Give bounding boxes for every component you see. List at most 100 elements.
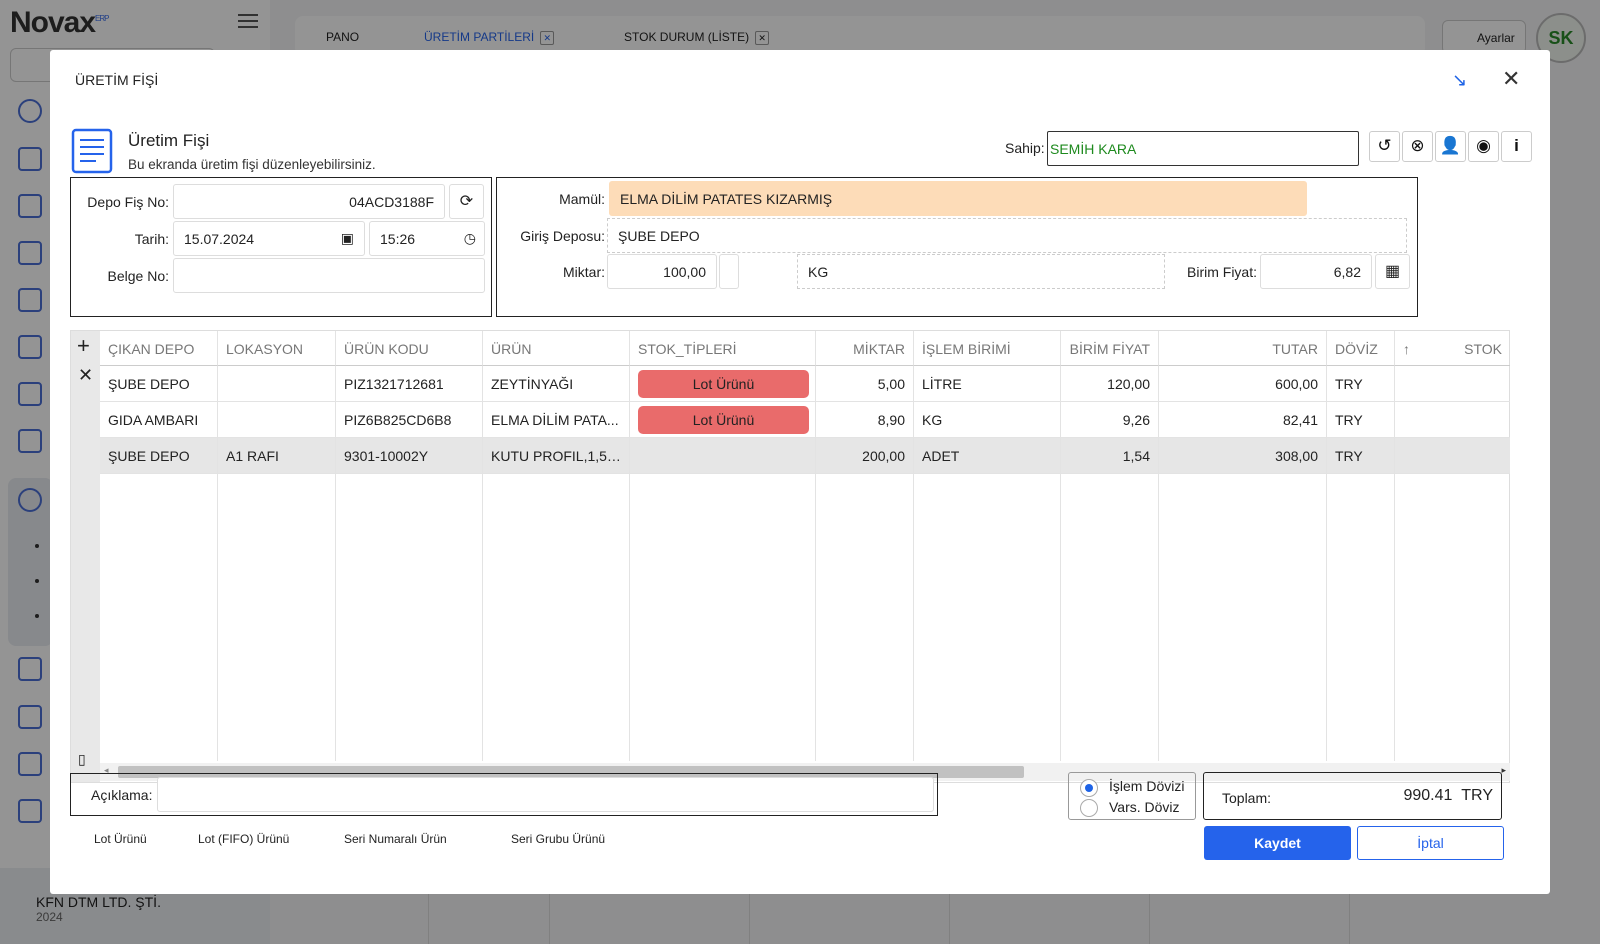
close-icon[interactable]: ✕ <box>1502 66 1520 92</box>
cell[interactable]: 9301-10002Y <box>336 438 483 474</box>
cell[interactable]: 9,26 <box>1061 402 1159 438</box>
sort-icon[interactable]: ↑ <box>1395 331 1445 366</box>
cell[interactable]: 600,00 <box>1159 366 1327 402</box>
cell[interactable]: 5,00 <box>816 366 914 402</box>
clock-icon[interactable]: ◷ <box>464 230 476 247</box>
cell[interactable] <box>218 402 336 438</box>
cell[interactable]: ADET <box>914 438 1061 474</box>
stock-type-badge: Lot Ürünü <box>638 406 809 434</box>
currency-options: İşlem Dövizi Vars. Döviz <box>1068 772 1196 820</box>
export-icon[interactable]: ▯ <box>78 751 86 768</box>
minimize-icon[interactable]: ↘ <box>1452 70 1467 91</box>
toplam-label: Toplam: <box>1222 790 1272 806</box>
belge-no-label: Belge No: <box>107 268 169 284</box>
cell[interactable]: A1 RAFI <box>218 438 336 474</box>
aciklama-label: Açıklama: <box>91 787 153 803</box>
col-header[interactable]: TUTAR <box>1159 331 1327 366</box>
refresh-icon[interactable]: ⟳ <box>449 184 484 219</box>
cell[interactable]: ELMA DİLİM PATA... <box>483 402 630 438</box>
page-subtitle: Bu ekranda üretim fişi düzenleyebilirsin… <box>128 157 376 172</box>
slip-info-box: Depo Fiş No: 04ACD3188F ⟳ Tarih: 15.07.2… <box>70 177 492 317</box>
islem-dovizi-label: İşlem Dövizi <box>1109 778 1185 794</box>
cell[interactable]: 200,00 <box>816 438 914 474</box>
cell[interactable]: 1,54 <box>1061 438 1159 474</box>
legend-seri-numarali: Seri Numaralı Ürün <box>344 832 447 846</box>
col-header[interactable]: DÖVİZ <box>1327 331 1395 366</box>
scroll-right-icon[interactable]: ▸ <box>1501 765 1506 776</box>
depo-fis-no-field[interactable]: 04ACD3188F <box>173 184 445 219</box>
items-grid: + ✕ ▯ ÇIKAN DEPO LOKASYON ÜRÜN KODU ÜRÜN… <box>70 330 1510 783</box>
col-header[interactable]: MİKTAR <box>816 331 914 366</box>
birim-fiyat-label: Birim Fiyat: <box>1187 264 1257 280</box>
cell[interactable]: 120,00 <box>1061 366 1159 402</box>
cell[interactable] <box>218 366 336 402</box>
info-icon[interactable]: i <box>1501 131 1532 162</box>
cell[interactable]: GIDA AMBARI <box>100 402 218 438</box>
date-field[interactable]: 15.07.2024 ▣ <box>173 221 365 256</box>
cell[interactable]: TRY <box>1327 402 1395 438</box>
giris-deposu-label: Giriş Deposu: <box>520 228 605 244</box>
belge-no-field[interactable] <box>173 258 485 293</box>
vars-doviz-label: Vars. Döviz <box>1109 799 1180 815</box>
cell[interactable]: LİTRE <box>914 366 1061 402</box>
cell[interactable]: KUTU PROFIL,1,5×... <box>483 438 630 474</box>
cell[interactable] <box>1395 402 1510 438</box>
delete-row-icon[interactable]: ✕ <box>78 365 93 386</box>
calculator-icon[interactable]: ▦ <box>1375 254 1410 289</box>
user-x-icon[interactable]: ⊗ <box>1402 131 1433 162</box>
mamul-label: Mamül: <box>559 191 605 207</box>
col-header[interactable]: ÜRÜN <box>483 331 630 366</box>
cell[interactable] <box>1395 366 1510 402</box>
islem-dovizi-radio[interactable] <box>1080 779 1098 797</box>
calendar-icon[interactable]: ▣ <box>341 230 354 247</box>
cell[interactable]: ŞUBE DEPO <box>100 438 218 474</box>
cell[interactable]: 82,41 <box>1159 402 1327 438</box>
grid-toolbar: + ✕ ▯ <box>71 331 100 782</box>
depo-fis-no-label: Depo Fiş No: <box>87 194 169 210</box>
document-icon <box>71 128 113 174</box>
col-header[interactable]: LOKASYON <box>218 331 336 366</box>
col-header[interactable]: İŞLEM BİRİMİ <box>914 331 1061 366</box>
miktar-field[interactable]: 100,00 <box>607 254 717 289</box>
cell[interactable]: ŞUBE DEPO <box>100 366 218 402</box>
miktar-spin[interactable] <box>719 254 739 289</box>
cell[interactable]: 308,00 <box>1159 438 1327 474</box>
undo-icon[interactable]: ↺ <box>1369 131 1400 162</box>
giris-deposu-field[interactable]: ŞUBE DEPO <box>607 218 1407 253</box>
product-info-box: Mamül: ELMA DİLİM PATATES KIZARMIŞ Giriş… <box>496 177 1418 317</box>
mamul-field[interactable]: ELMA DİLİM PATATES KIZARMIŞ <box>609 181 1307 216</box>
birim-field: KG <box>797 254 1165 289</box>
cell[interactable]: 8,90 <box>816 402 914 438</box>
total-box: Toplam: 990.41 TRY <box>1203 772 1502 820</box>
cell[interactable]: KG <box>914 402 1061 438</box>
cell[interactable] <box>1395 438 1510 474</box>
page-title: Üretim Fişi <box>128 131 210 150</box>
add-row-icon[interactable]: + <box>77 333 90 359</box>
user-circle-icon[interactable]: ◉ <box>1468 131 1499 162</box>
col-header[interactable]: ÜRÜN KODU <box>336 331 483 366</box>
modal-title: ÜRETİM FİŞİ <box>75 72 159 88</box>
col-header[interactable]: STOK <box>1445 331 1510 366</box>
cell[interactable]: ZEYTİNYAĞI <box>483 366 630 402</box>
cell[interactable]: TRY <box>1327 366 1395 402</box>
col-header[interactable]: BİRİM FİYAT <box>1061 331 1159 366</box>
cancel-button[interactable]: İptal <box>1357 826 1504 860</box>
cell[interactable] <box>630 438 816 474</box>
aciklama-field[interactable] <box>157 777 934 812</box>
production-slip-modal: ÜRETİM FİŞİ ↘ ✕ Üretim Fişi Bu ekranda ü… <box>50 50 1550 894</box>
cell[interactable]: PIZ6B825CD6B8 <box>336 402 483 438</box>
legend-lot-fifo: Lot (FIFO) Ürünü <box>198 832 290 846</box>
time-field[interactable]: 15:26 ◷ <box>369 221 485 256</box>
col-header[interactable]: ÇIKAN DEPO <box>100 331 218 366</box>
user-lock-icon[interactable]: 👤 <box>1435 131 1466 162</box>
col-header[interactable]: STOK_TİPLERİ <box>630 331 816 366</box>
cell[interactable]: TRY <box>1327 438 1395 474</box>
tarih-label: Tarih: <box>134 231 169 247</box>
cell[interactable]: PIZ1321712681 <box>336 366 483 402</box>
description-box: Açıklama: <box>70 773 938 816</box>
save-button[interactable]: Kaydet <box>1204 826 1351 860</box>
birim-fiyat-field[interactable]: 6,82 <box>1260 254 1372 289</box>
toplam-value: 990.41 TRY <box>1403 787 1493 804</box>
vars-doviz-radio[interactable] <box>1080 799 1098 817</box>
owner-field[interactable]: SEMİH KARA <box>1047 131 1359 166</box>
